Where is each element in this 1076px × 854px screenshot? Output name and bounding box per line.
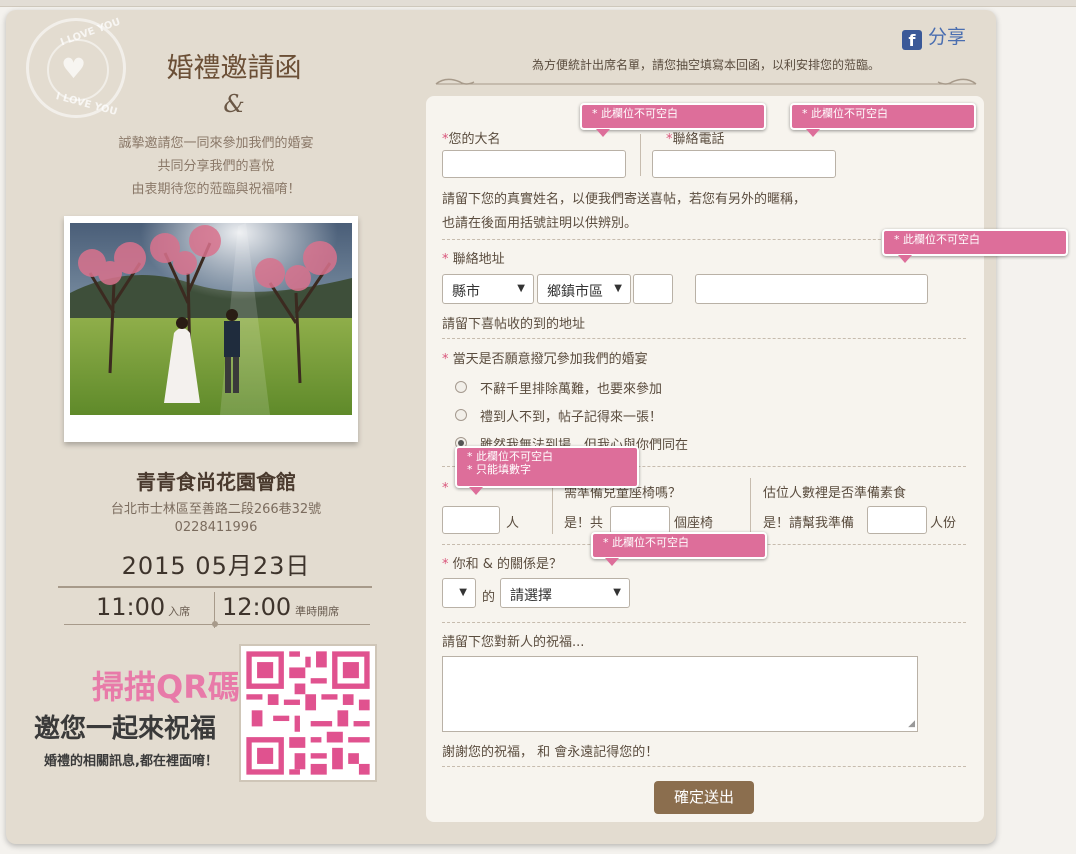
name-label: *您的大名 <box>442 132 501 147</box>
facebook-icon: f <box>902 30 922 50</box>
qr-title: 掃描QR碼 <box>92 668 240 706</box>
venue-phone: 0228411996 <box>174 520 258 535</box>
invitation-title: 婚禮邀請函 <box>166 53 302 84</box>
phone-error-tooltip: * 此欄位不可空白 <box>790 103 976 137</box>
invitation-card: ♥ I LOVE YOU I LOVE YOU 婚禮邀請函 & 誠摯邀請您一同來… <box>6 10 1068 844</box>
address-input[interactable] <box>695 274 928 304</box>
wish-textarea[interactable]: ◢ <box>442 656 918 732</box>
wedding-photo <box>64 216 358 442</box>
invitation-line-2: 共同分享我們的喜悅 <box>157 159 275 174</box>
zipcode-input[interactable] <box>633 274 673 304</box>
relation-of-text: 的 <box>482 590 496 605</box>
address-error-tooltip: * 此欄位不可空白 <box>882 229 1068 263</box>
submit-button[interactable]: 確定送出 <box>654 781 754 814</box>
wish-label: 請留下您對新人的祝福... <box>442 635 585 650</box>
attend-option-2: 禮到人不到，帖子記得來一張！ <box>480 410 663 425</box>
rsvp-note: 為方便統計出席名單，請您抽空填寫本回函，以利安排您的蒞臨。 <box>531 58 880 72</box>
people-count-label: * <box>442 481 449 496</box>
attend-option-1: 不辭千里排除萬難，也要來參加 <box>480 382 663 397</box>
invitation-line-3: 由衷期待您的蒞臨與祝福唷！ <box>131 182 301 197</box>
relation-error-tooltip: * 此欄位不可空白 <box>591 532 767 566</box>
people-count-error-tooltip: * 此欄位不可空白 * 只能填數字 <box>455 446 639 495</box>
browser-top-edge <box>0 0 1076 7</box>
time-in: 11:00 入席 <box>96 593 191 621</box>
flourish-divider <box>435 78 977 85</box>
child-seat-unit: 個座椅 <box>674 516 714 531</box>
county-select[interactable]: 縣市 ▼ <box>442 274 534 304</box>
time-start: 12:00 準時開席 <box>222 593 340 621</box>
phone-input[interactable] <box>652 150 836 178</box>
qr-code-icon <box>239 644 377 782</box>
name-input[interactable] <box>442 150 626 178</box>
venue-name: 青青食尚花園會館 <box>136 470 296 494</box>
vegetarian-input[interactable] <box>867 506 927 534</box>
child-seat-input[interactable] <box>610 506 670 534</box>
people-unit: 人 <box>506 516 520 531</box>
attend-radio-1[interactable] <box>455 381 467 393</box>
wedding-date: 2015 05月23日 <box>121 552 311 580</box>
relation-select[interactable]: 請選擇 ▼ <box>500 578 630 608</box>
rsvp-panel: f 分享 為方便統計出席名單，請您抽空填寫本回函，以利安排您的蒞臨。 *您的大名… <box>426 10 1068 844</box>
qr-caption: 婚禮的相關訊息,都在裡面唷！ <box>44 754 218 769</box>
address-label: * 聯絡地址 <box>442 252 505 267</box>
relation-label: * 你和 & 的關係是？ <box>442 557 563 572</box>
ampersand: & <box>223 90 245 118</box>
divider <box>58 586 372 588</box>
attend-label: * 當天是否願意撥冗參加我們的婚宴 <box>442 352 648 367</box>
invitation-info-panel: ♥ I LOVE YOU I LOVE YOU 婚禮邀請函 & 誠摯邀請您一同來… <box>6 10 426 844</box>
people-count-input[interactable] <box>442 506 500 534</box>
name-hint-2: 也請在後面用括號註明以供辨別。 <box>442 216 638 231</box>
resize-grip-icon[interactable]: ◢ <box>908 719 915 729</box>
vegetarian-prefix: 是！請幫我準備 <box>763 516 855 531</box>
phone-label: *聯絡電話 <box>666 132 725 147</box>
district-select[interactable]: 鄉鎮市區 ▼ <box>537 274 631 304</box>
qr-subtitle: 邀您一起來祝福 <box>34 714 217 744</box>
vegetarian-unit: 人份 <box>930 516 957 531</box>
relation-side-select[interactable]: ▼ <box>442 578 476 608</box>
child-seat-prefix: 是！共 <box>564 516 604 531</box>
name-hint-1: 請留下您的真實姓名，以便我們寄送喜帖，若您有另外的暱稱， <box>442 192 807 207</box>
venue-address: 台北市士林區至善路二段266巷32號 <box>110 502 322 517</box>
name-error-tooltip: * 此欄位不可空白 <box>580 103 766 137</box>
invitation-line-1: 誠摯邀請您一同來參加我們的婚宴 <box>118 136 314 151</box>
facebook-share-link[interactable]: f 分享 <box>902 22 966 50</box>
love-stamp-icon: ♥ I LOVE YOU I LOVE YOU <box>26 17 126 118</box>
address-hint: 請留下喜帖收的到的地址 <box>442 317 586 332</box>
wish-thanks: 謝謝您的祝福， 和 會永遠記得您的！ <box>442 745 659 760</box>
vegetarian-label: 估位人數裡是否準備素食 <box>763 486 907 501</box>
attend-radio-2[interactable] <box>455 409 467 421</box>
